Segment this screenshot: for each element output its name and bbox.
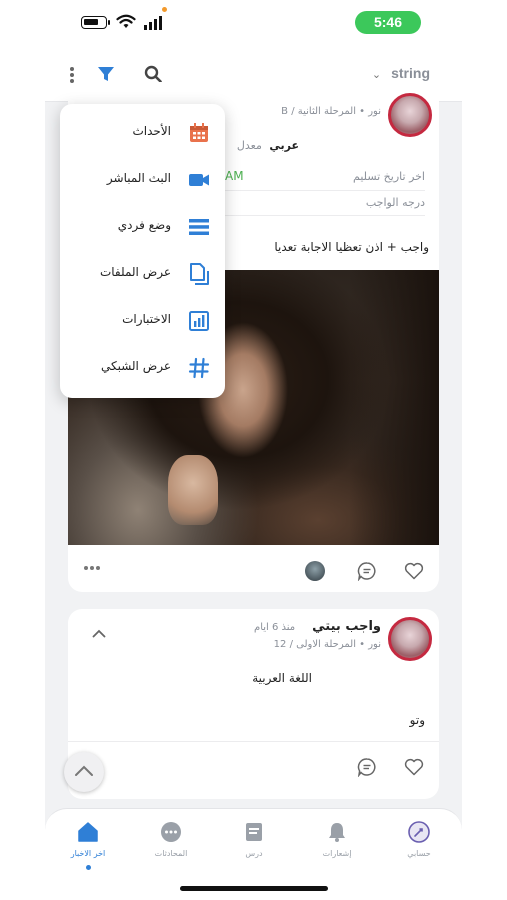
menu-item-events[interactable]: الأحداث (60, 113, 225, 153)
post-author: واجب بيتي (312, 619, 381, 634)
heart-icon[interactable] (404, 562, 424, 580)
menu-item-quizzes[interactable]: الاختبارات (60, 301, 225, 341)
post-meta: نور • المرحلة الاولى / 12 (273, 639, 381, 650)
group-selector-value: string (391, 65, 430, 81)
notice-dot (162, 7, 167, 12)
battery-icon (81, 16, 107, 29)
post-body: وتو (409, 713, 425, 727)
nav-item-lesson[interactable]: درس (224, 821, 284, 871)
files-icon (190, 263, 209, 285)
active-indicator (86, 865, 91, 870)
nav-item-chats[interactable]: المحادثات (141, 821, 201, 871)
status-bar: 5:46 (45, 0, 462, 46)
post-actions (68, 548, 439, 593)
search-icon[interactable] (144, 65, 162, 83)
avatar[interactable] (388, 617, 432, 661)
bell-icon (329, 823, 345, 842)
nav-item-notifications[interactable]: إشعارات (307, 821, 367, 871)
menu-item-label: البث المباشر (106, 171, 171, 185)
menu-item-single-mode[interactable]: وضع فردي (60, 207, 225, 247)
bar-chart-icon (189, 311, 209, 331)
menu-item-files[interactable]: عرض الملفات (60, 254, 225, 294)
heart-icon[interactable] (404, 758, 424, 776)
wifi-icon (116, 14, 136, 28)
more-vertical-icon[interactable] (69, 66, 75, 84)
nav-label: حسابي (407, 849, 431, 858)
signal-icon (144, 16, 162, 30)
chevron-up-icon[interactable] (92, 629, 106, 638)
view-options-menu: الأحداث البث المباشر وضع فردي عرض الملفا… (60, 104, 225, 398)
average-label: معدل (236, 139, 262, 152)
image-detail (168, 455, 218, 525)
scroll-to-top-button[interactable] (64, 752, 104, 792)
menu-item-label: الاختبارات (122, 312, 171, 326)
nav-label: إشعارات (322, 849, 352, 858)
more-horizontal-icon[interactable] (83, 565, 101, 571)
calendar-icon (190, 123, 208, 142)
last-submit-value: AM (225, 169, 244, 183)
menu-item-grid-view[interactable]: عرض الشبكي (60, 348, 225, 388)
menu-item-label: الأحداث (132, 124, 171, 138)
menu-item-label: وضع فردي (117, 218, 171, 232)
last-submit-label: اخر تاريخ تسليم (353, 170, 425, 183)
post-subject: اللغة العربية (252, 671, 312, 685)
grade-label: درجه الواجب (365, 196, 425, 209)
nav-label: درس (245, 849, 263, 858)
post-time: منذ 6 ايام (254, 622, 296, 633)
chevron-down-icon: ⌄ (371, 69, 382, 81)
video-camera-icon (189, 174, 209, 186)
comment-icon[interactable] (357, 757, 377, 777)
divider (68, 741, 439, 742)
battery-tip (108, 20, 110, 25)
menu-item-label: عرض الملفات (99, 265, 171, 279)
group-selector[interactable]: ⌄ string (372, 65, 430, 81)
post-actions (68, 745, 439, 790)
phone-screen: 5:46 ⌄ string نور • المرحلة الثانية / B ع… (45, 0, 462, 900)
avatar[interactable] (388, 93, 432, 137)
nav-label: المحادثات (154, 849, 188, 858)
grid-hash-icon (188, 357, 210, 379)
nav-label: اخر الاخبار (70, 849, 106, 858)
comment-icon[interactable] (357, 561, 377, 581)
image-shadow (349, 270, 439, 545)
home-indicator (180, 886, 328, 891)
list-view-icon (189, 219, 209, 235)
divider (225, 190, 425, 191)
account-icon (408, 821, 430, 843)
reactor-avatar[interactable] (305, 561, 325, 581)
menu-item-live[interactable]: البث المباشر (60, 160, 225, 200)
status-time: 5:46 (355, 11, 421, 34)
post-meta: نور • المرحلة الثانية / B (281, 106, 381, 117)
lesson-icon (246, 823, 262, 841)
subject-name: عربي (269, 139, 299, 152)
nav-item-account[interactable]: حسابي (389, 821, 449, 871)
post-card[interactable]: واجب بيتي منذ 6 ايام نور • المرحلة الاول… (68, 609, 439, 799)
post-subject: عربي معدل (237, 139, 299, 152)
chat-icon (161, 822, 181, 842)
chevron-up-icon (75, 765, 93, 776)
nav-item-news[interactable]: اخر الاخبار (58, 821, 118, 871)
divider (225, 215, 425, 216)
filter-icon[interactable] (97, 65, 115, 83)
home-icon (78, 822, 98, 842)
menu-item-label: عرض الشبكي (100, 359, 171, 373)
post-title: واجب + اذن تعظيا الاجابة تعديا (274, 240, 429, 254)
